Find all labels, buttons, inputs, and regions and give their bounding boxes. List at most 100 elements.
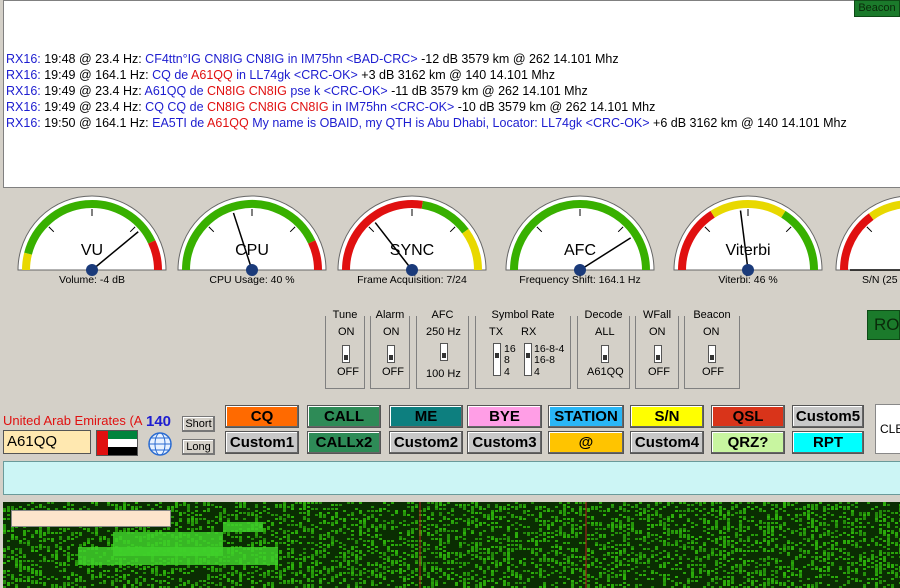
waterfall-pixel bbox=[683, 514, 686, 516]
waterfall-pixel bbox=[287, 536, 290, 538]
macro-button-callx2[interactable]: CALLx2 bbox=[307, 431, 381, 454]
short-path-button[interactable]: Short bbox=[182, 416, 215, 432]
macro-button-custom3[interactable]: Custom3 bbox=[467, 431, 542, 454]
ro-button[interactable]: RO bbox=[867, 310, 900, 340]
waterfall-pixel bbox=[719, 502, 722, 504]
waterfall-pixel bbox=[195, 518, 198, 520]
waterfall-display[interactable] bbox=[3, 502, 900, 588]
macro-button-s-n[interactable]: S/N bbox=[630, 405, 704, 428]
waterfall-pixel bbox=[763, 534, 766, 536]
waterfall-pixel bbox=[563, 576, 566, 578]
rx-text-panel[interactable]: RX16: 19:48 @ 23.4 Hz: CF4ttn°IG CN8IG C… bbox=[3, 0, 900, 188]
macro-button-custom2[interactable]: Custom2 bbox=[389, 431, 463, 454]
waterfall-pixel bbox=[383, 528, 386, 530]
waterfall-pixel bbox=[179, 526, 182, 528]
waterfall-pixel bbox=[623, 548, 626, 550]
waterfall-pixel bbox=[731, 540, 734, 542]
waterfall-pixel bbox=[711, 528, 714, 530]
long-path-button[interactable]: Long bbox=[182, 439, 215, 455]
waterfall-pixel bbox=[207, 504, 210, 506]
macro-button-qsl[interactable]: QSL bbox=[711, 405, 785, 428]
waterfall-pixel bbox=[771, 558, 774, 560]
afc-switch[interactable] bbox=[440, 343, 448, 361]
waterfall-pixel bbox=[763, 504, 766, 506]
waterfall-pixel bbox=[547, 540, 550, 542]
wfall-switch[interactable] bbox=[654, 345, 662, 363]
waterfall-pixel bbox=[471, 512, 474, 514]
macro-button-rpt[interactable]: RPT bbox=[792, 431, 864, 454]
waterfall-pixel bbox=[727, 536, 730, 538]
waterfall-pixel bbox=[55, 562, 58, 564]
waterfall-pixel bbox=[31, 534, 34, 536]
macro-button-bye[interactable]: BYE bbox=[467, 405, 542, 428]
macro-button-call[interactable]: CALL bbox=[307, 405, 381, 428]
waterfall-pixel bbox=[779, 524, 782, 526]
beacon-switch[interactable] bbox=[708, 345, 716, 363]
waterfall-pixel bbox=[379, 514, 382, 516]
waterfall-pixel bbox=[679, 514, 682, 516]
waterfall-pixel bbox=[307, 584, 310, 586]
waterfall-pixel bbox=[783, 506, 786, 508]
waterfall-pixel bbox=[55, 532, 58, 534]
macro-button-custom4[interactable]: Custom4 bbox=[630, 431, 704, 454]
waterfall-pixel bbox=[175, 504, 178, 506]
rx-rate-switch[interactable] bbox=[524, 343, 532, 376]
waterfall-pixel bbox=[463, 578, 466, 580]
waterfall-pixel bbox=[195, 584, 198, 586]
waterfall-pixel bbox=[43, 576, 46, 578]
beacon-indicator-button[interactable]: Beacon bbox=[854, 0, 900, 17]
macro-button-cq[interactable]: CQ bbox=[225, 405, 299, 428]
waterfall-pixel bbox=[863, 512, 866, 514]
waterfall-pixel bbox=[547, 526, 550, 528]
decode-switch[interactable] bbox=[601, 345, 609, 363]
waterfall-pixel bbox=[307, 556, 310, 558]
waterfall-pixel bbox=[271, 576, 274, 578]
waterfall-pixel bbox=[3, 550, 6, 552]
waterfall-pixel bbox=[283, 506, 286, 508]
waterfall-pixel bbox=[759, 522, 762, 524]
macro-button--[interactable]: @ bbox=[548, 431, 624, 454]
waterfall-pixel bbox=[291, 562, 294, 564]
waterfall-pixel bbox=[247, 578, 250, 580]
waterfall-pixel bbox=[207, 576, 210, 578]
tune-switch[interactable] bbox=[342, 345, 350, 363]
waterfall-pixel bbox=[519, 506, 522, 508]
waterfall-pixel bbox=[143, 528, 146, 530]
macro-button-custom1[interactable]: Custom1 bbox=[225, 431, 299, 454]
waterfall-pixel bbox=[455, 574, 458, 576]
macro-button-station[interactable]: STATION bbox=[548, 405, 624, 428]
gauge-title: CPU bbox=[235, 242, 269, 259]
macro-button-qrz-[interactable]: QRZ? bbox=[711, 431, 785, 454]
waterfall-pixel bbox=[367, 540, 370, 542]
waterfall-pixel bbox=[107, 544, 110, 546]
waterfall-pixel bbox=[31, 570, 34, 572]
macro-button-custom5[interactable]: Custom5 bbox=[792, 405, 864, 428]
waterfall-pixel bbox=[627, 510, 630, 512]
waterfall-pixel bbox=[879, 568, 882, 570]
waterfall-pixel bbox=[383, 554, 386, 556]
globe-icon[interactable] bbox=[146, 431, 174, 457]
waterfall-pixel bbox=[379, 572, 382, 574]
waterfall-pixel bbox=[155, 580, 158, 582]
tx-text-input[interactable] bbox=[3, 461, 900, 495]
waterfall-pixel bbox=[503, 506, 506, 508]
alarm-switch[interactable] bbox=[387, 345, 395, 363]
tx-rate-switch[interactable] bbox=[493, 343, 501, 376]
callsign-field[interactable]: A61QQ bbox=[3, 430, 91, 454]
waterfall-pixel bbox=[763, 510, 766, 512]
waterfall-pixel bbox=[311, 508, 314, 510]
clear-button[interactable]: CLE bbox=[875, 404, 900, 454]
waterfall-pixel bbox=[623, 526, 626, 528]
waterfall-pixel bbox=[567, 522, 570, 524]
waterfall-pixel bbox=[123, 506, 126, 508]
waterfall-pixel bbox=[467, 578, 470, 580]
waterfall-pixel bbox=[587, 576, 590, 578]
waterfall-pixel bbox=[739, 540, 742, 542]
waterfall-pixel bbox=[651, 554, 654, 556]
waterfall-pixel bbox=[695, 524, 698, 526]
decode-callsign-label: A61QQ bbox=[587, 366, 624, 378]
waterfall-pixel bbox=[687, 504, 690, 506]
waterfall-pixel bbox=[451, 578, 454, 580]
waterfall-pixel bbox=[699, 560, 702, 562]
macro-button-me[interactable]: ME bbox=[389, 405, 463, 428]
